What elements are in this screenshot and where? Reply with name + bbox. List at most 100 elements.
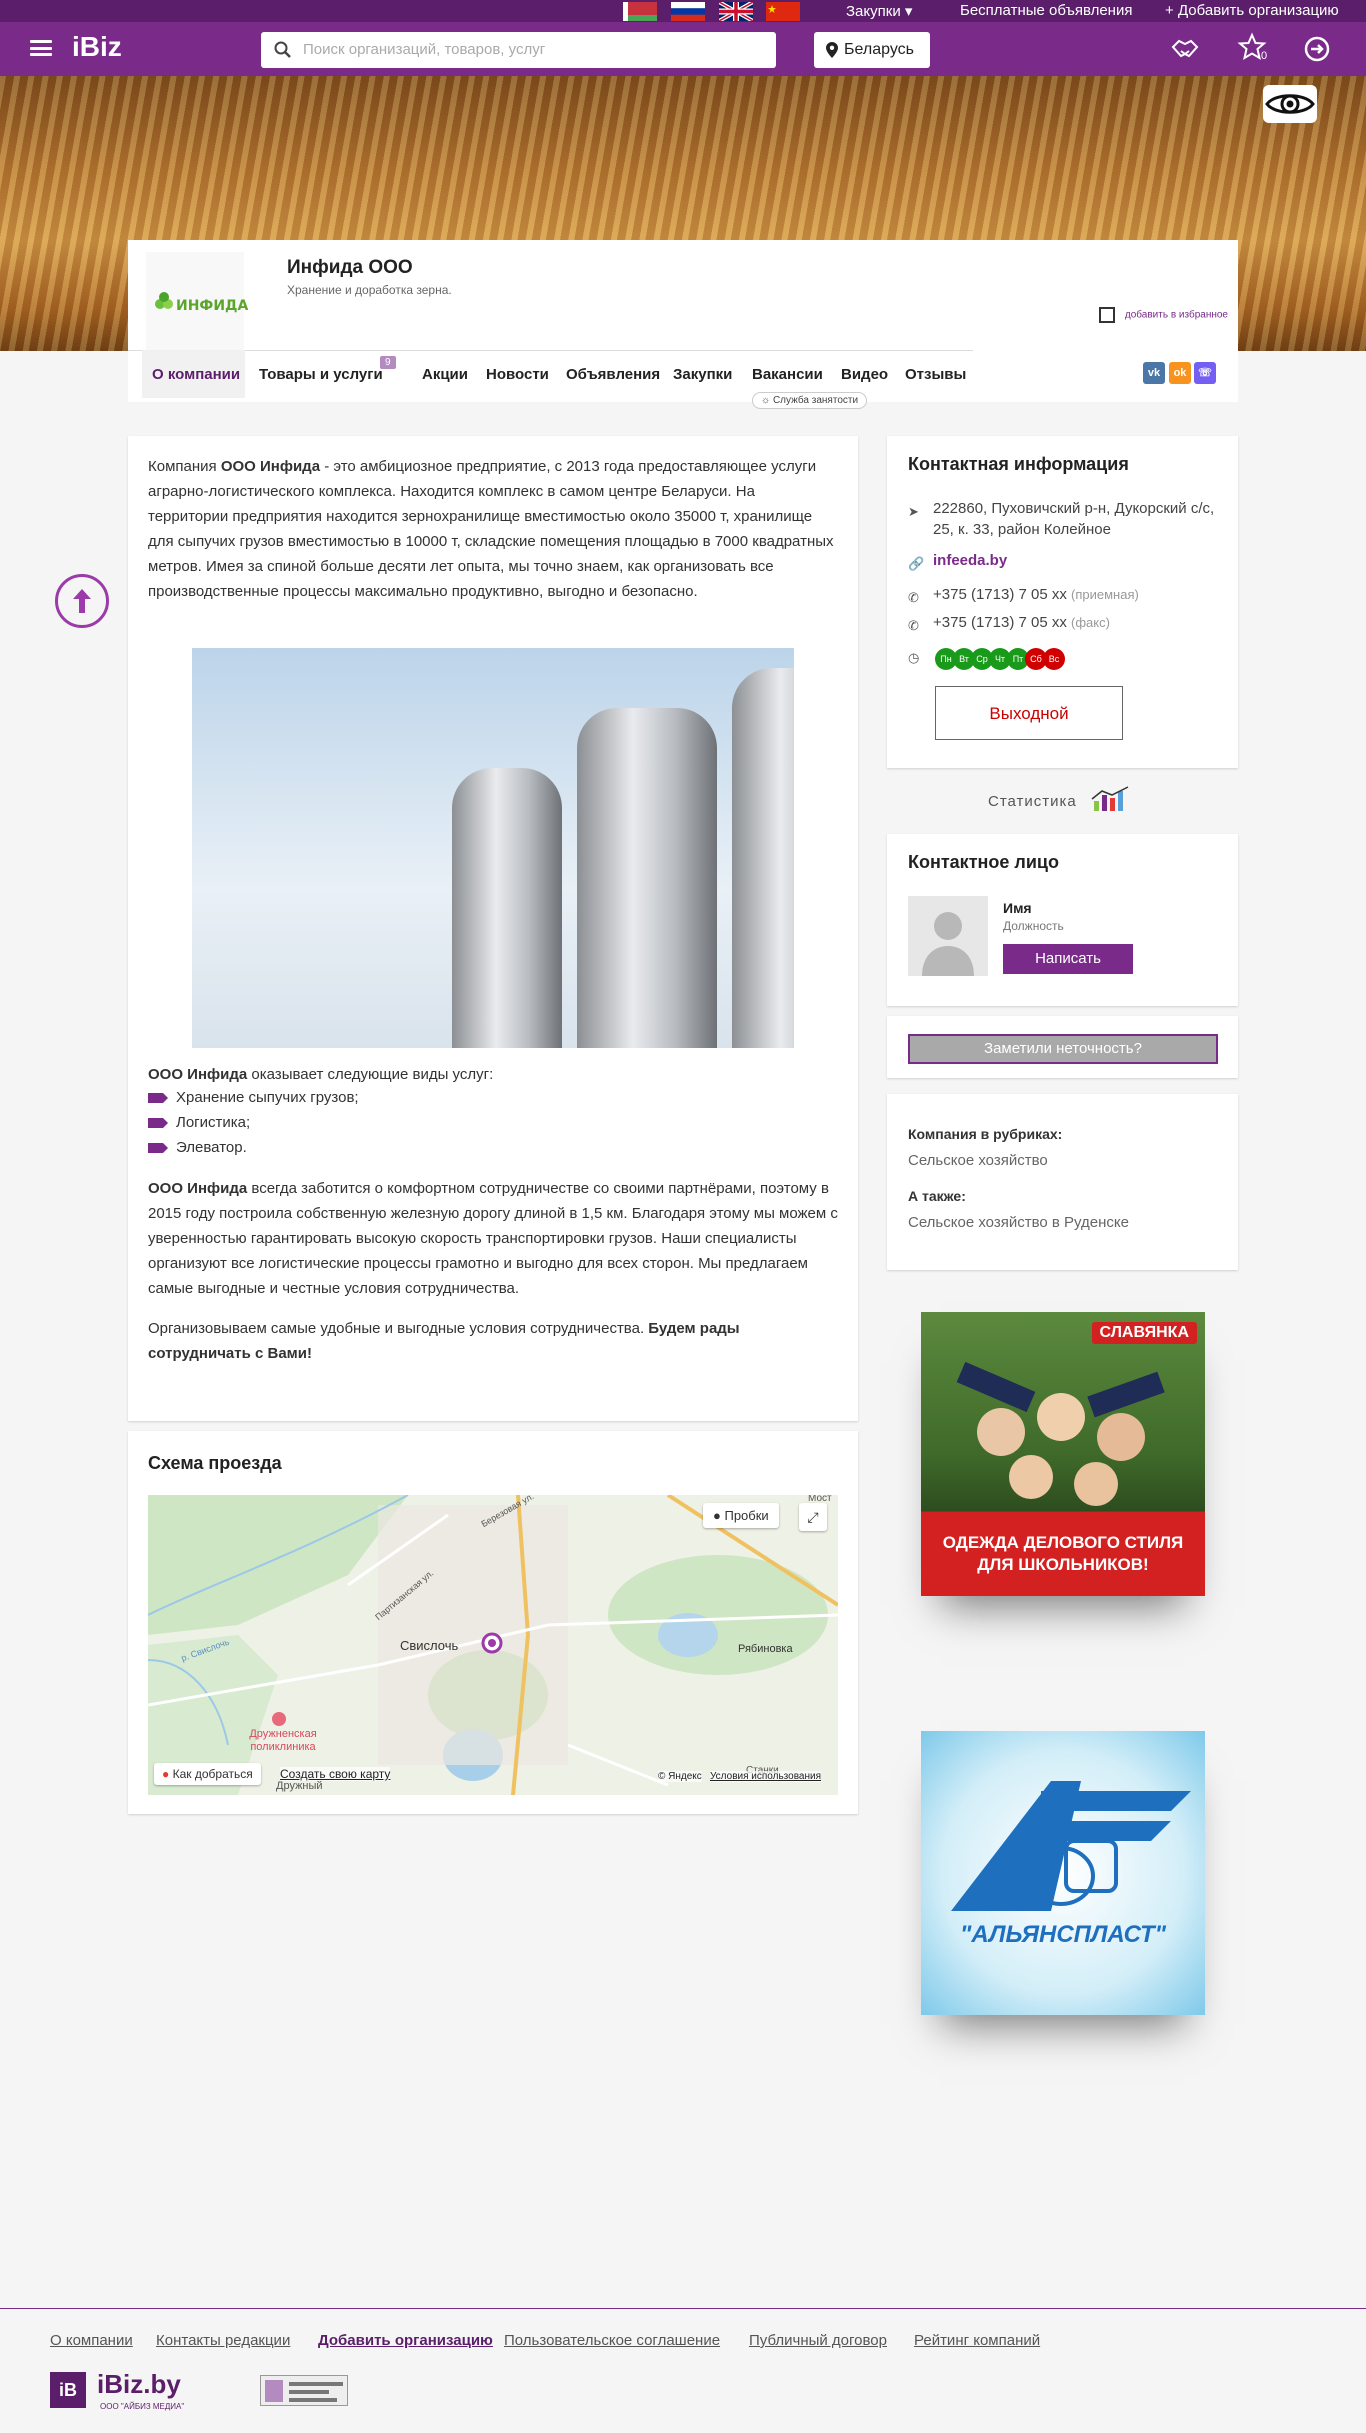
ad-banner-alyansplast[interactable]: "АЛЬЯНСПЛАСТ" bbox=[921, 1731, 1205, 2015]
services-intro: ООО Инфида оказывает следующие виды услу… bbox=[148, 1066, 494, 1083]
top-bar: Закупки ▾ Бесплатные объявления + Добави… bbox=[0, 0, 1366, 22]
footer-link-contract[interactable]: Публичный договор bbox=[749, 2332, 887, 2349]
employment-service-label: Служба занятости bbox=[772, 395, 859, 406]
tab-reviews[interactable]: Отзывы bbox=[905, 350, 966, 398]
rubrics-title: Компания в рубриках: bbox=[908, 1126, 1063, 1142]
silos-image bbox=[192, 648, 794, 1048]
fullscreen-icon[interactable]: ⤢ bbox=[799, 1503, 827, 1531]
contact-person-title: Контактное лицо bbox=[908, 852, 1059, 872]
plus-icon: + bbox=[1165, 2, 1174, 19]
login-icon[interactable] bbox=[1303, 35, 1331, 63]
map-label-rybinovka: Рябиновка bbox=[738, 1643, 793, 1655]
yandex-map[interactable]: Свислочь Рябиновка Дружненская поликлини… bbox=[148, 1495, 838, 1795]
about-company-card: Компания ООО Инфида - это амбициозное пр… bbox=[128, 436, 858, 1421]
rubric-link[interactable]: Сельское хозяйство bbox=[908, 1152, 1048, 1169]
route-button[interactable]: ● Как добраться bbox=[154, 1763, 261, 1785]
add-to-favorites-label: добавить в избранное bbox=[1124, 309, 1228, 321]
partnership-paragraph: ООО Инфида всегда заботится о комфортном… bbox=[148, 1180, 838, 1297]
statistics-chart-icon bbox=[1091, 786, 1129, 811]
add-to-favorites[interactable]: добавить в избранное bbox=[1098, 307, 1228, 323]
employment-service-icon: ☼ bbox=[761, 395, 771, 406]
contact-position: Должность bbox=[1003, 919, 1064, 933]
arrow-up-icon bbox=[73, 589, 91, 613]
list-item: Хранение сыпучих грузов; bbox=[148, 1089, 359, 1106]
tab-ads[interactable]: Объявления bbox=[566, 350, 660, 398]
footer-link-about[interactable]: О компании bbox=[50, 2332, 133, 2349]
add-organization-link[interactable]: + Добавить организацию bbox=[1165, 2, 1339, 19]
footer: О компании Контакты редакции Добавить ор… bbox=[0, 2308, 1366, 2433]
tab-video[interactable]: Видео bbox=[841, 350, 888, 398]
counter-badge[interactable] bbox=[260, 2375, 348, 2406]
tab-purchases[interactable]: Закупки bbox=[673, 350, 732, 398]
footer-logo[interactable]: iBiz.by bbox=[97, 2369, 181, 2400]
scroll-up-button[interactable] bbox=[55, 574, 109, 628]
tab-vacancies[interactable]: Вакансии bbox=[752, 350, 823, 398]
footer-link-rating[interactable]: Рейтинг компаний bbox=[914, 2332, 1040, 2349]
location-pin-icon bbox=[826, 42, 838, 58]
ad-caption: ОДЕЖДА ДЕЛОВОГО СТИЛЯ ДЛЯ ШКОЛЬНИКОВ! bbox=[942, 1533, 1184, 1574]
phone-icon: ✆ bbox=[908, 590, 919, 605]
also-title: А также: bbox=[908, 1188, 966, 1204]
company-header-card: ИНФИДА Инфида ООО Хранение и доработка з… bbox=[128, 240, 1238, 409]
odnoklassniki-icon[interactable]: ok bbox=[1169, 362, 1191, 384]
route-pin-icon: ● bbox=[162, 1767, 170, 1781]
purchases-menu[interactable]: Закупки ▾ bbox=[846, 2, 912, 20]
traffic-button[interactable]: ● Пробки bbox=[703, 1503, 779, 1528]
company-name: Инфида ООО bbox=[287, 257, 413, 278]
location-arrow-icon: ➤ bbox=[908, 504, 919, 519]
list-item: Логистика; bbox=[148, 1114, 250, 1131]
statistics-link[interactable]: Статистика bbox=[988, 786, 1129, 811]
vk-icon[interactable]: vk bbox=[1143, 362, 1165, 384]
link-icon: 🔗 bbox=[908, 556, 925, 571]
footer-logo-icon[interactable]: iB bbox=[50, 2372, 86, 2408]
phone-number[interactable]: +375 (1713) 7 05 xx (приемная) bbox=[933, 584, 1139, 605]
search-input[interactable]: Поиск организаций, товаров, услуг bbox=[261, 32, 776, 68]
site-logo[interactable]: iBiz bbox=[72, 31, 122, 63]
tab-about[interactable]: О компании bbox=[142, 350, 245, 398]
phone-icon: ✆ bbox=[908, 618, 919, 633]
company-logo: ИНФИДА bbox=[146, 252, 248, 360]
main-header: iBiz Поиск организаций, товаров, услуг Б… bbox=[0, 22, 1366, 76]
footer-link-agreement[interactable]: Пользовательское соглашение bbox=[504, 2332, 720, 2349]
tab-products[interactable]: Товары и услуги bbox=[259, 350, 383, 398]
checkbox[interactable] bbox=[1098, 307, 1115, 323]
footer-link-contacts[interactable]: Контакты редакции bbox=[156, 2332, 290, 2349]
terms-link[interactable]: Условия использования bbox=[710, 1771, 821, 1782]
eye-icon[interactable] bbox=[1263, 85, 1317, 123]
tab-promotions[interactable]: Акции bbox=[422, 350, 468, 398]
menu-icon[interactable] bbox=[30, 40, 52, 56]
handshake-icon[interactable] bbox=[1170, 35, 1200, 63]
map-label-svisloch: Свислочь bbox=[400, 1638, 459, 1653]
footer-link-add-org[interactable]: Добавить организацию bbox=[318, 2332, 493, 2349]
rubric-link[interactable]: Сельское хозяйство в Руденске bbox=[908, 1214, 1129, 1231]
contact-person-card: Контактное лицо Имя Должность Написать bbox=[887, 834, 1238, 1006]
free-ads-link[interactable]: Бесплатные объявления bbox=[960, 2, 1132, 19]
products-count-badge: 9 bbox=[380, 356, 396, 369]
search-icon bbox=[274, 41, 291, 58]
viber-icon[interactable]: ☏ bbox=[1194, 362, 1216, 384]
footer-logo-subtitle: ООО "АЙБИЗ МЕДИА" bbox=[100, 2402, 185, 2411]
belarus-flag-icon[interactable] bbox=[623, 2, 657, 21]
favorites-button[interactable]: 0 bbox=[1237, 32, 1267, 67]
report-error-button[interactable]: Заметили неточность? bbox=[908, 1034, 1218, 1064]
children-photo bbox=[956, 1361, 1165, 1506]
company-logo-text: ИНФИДА bbox=[176, 298, 249, 314]
closing-paragraph: Организовываем самые удобные и выгодные … bbox=[148, 1320, 740, 1362]
avatar bbox=[908, 896, 988, 976]
russia-flag-icon[interactable] bbox=[671, 2, 705, 21]
region-selector[interactable]: Беларусь bbox=[814, 32, 930, 68]
tab-news[interactable]: Новости bbox=[486, 350, 549, 398]
intro-paragraph: Компания ООО Инфида - это амбициозное пр… bbox=[148, 458, 834, 600]
create-map-link[interactable]: Создать свою карту bbox=[280, 1767, 391, 1781]
china-flag-icon[interactable] bbox=[766, 2, 800, 21]
rubrics-card: Компания в рубриках: Сельское хозяйство … bbox=[887, 1094, 1238, 1270]
uk-flag-icon[interactable] bbox=[719, 2, 753, 21]
write-button[interactable]: Написать bbox=[1003, 944, 1133, 974]
ad-banner-slavyanka[interactable]: СЛАВЯНКА ОДЕЖДА ДЕЛОВОГО СТИЛЯ ДЛЯ ШКОЛЬ… bbox=[921, 1312, 1205, 1596]
fax-number[interactable]: +375 (1713) 7 05 xx (факс) bbox=[933, 612, 1110, 633]
yandex-copyright: © Яндекс bbox=[658, 1771, 702, 1782]
employment-service-badge[interactable]: ☼ Служба занятости bbox=[752, 392, 868, 409]
website-link[interactable]: infeeda.by bbox=[933, 550, 1007, 571]
search-placeholder: Поиск организаций, товаров, услуг bbox=[303, 41, 546, 58]
statistics-label: Статистика bbox=[988, 793, 1077, 810]
